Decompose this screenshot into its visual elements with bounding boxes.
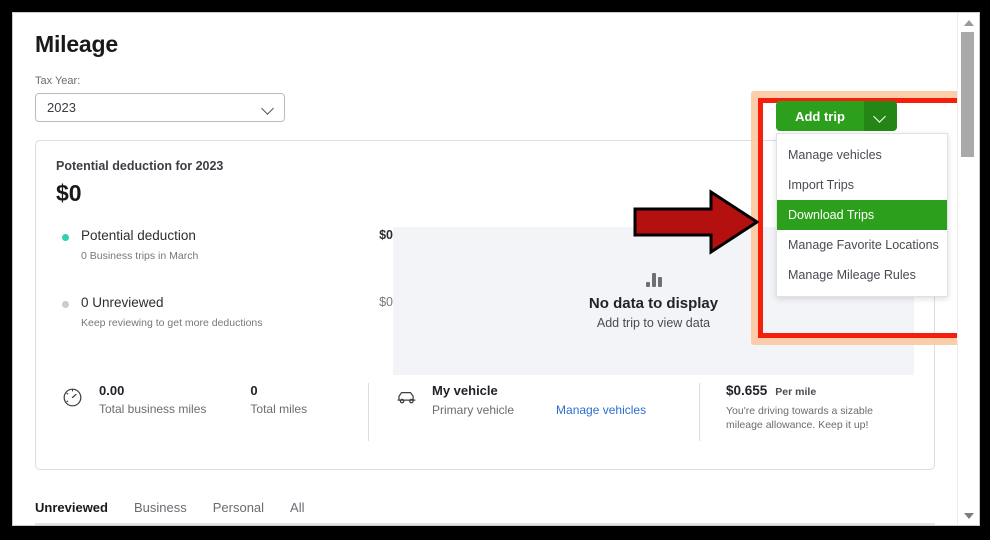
triangle-down-icon bbox=[963, 512, 974, 519]
legend-title: Potential deduction bbox=[81, 228, 196, 243]
add-trip-button-group: Add trip bbox=[776, 101, 897, 131]
tab-all[interactable]: All bbox=[290, 490, 304, 524]
vertical-scrollbar[interactable] bbox=[957, 13, 979, 525]
empty-state-subtitle: Add trip to view data bbox=[596, 316, 711, 330]
legend-subtitle: 0 Business trips in March bbox=[81, 250, 199, 262]
legend-value: $0 bbox=[379, 295, 393, 309]
speedometer-icon bbox=[63, 388, 82, 407]
manage-vehicles-link[interactable]: Manage vehicles bbox=[556, 403, 646, 417]
stat-label: Total business miles bbox=[99, 402, 207, 416]
empty-state-title: No data to display bbox=[588, 295, 719, 312]
stat-label: Total miles bbox=[250, 402, 308, 416]
chevron-down-icon bbox=[874, 112, 887, 120]
screenshot-frame: Mileage Tax Year: 2023 Potential deducti… bbox=[0, 0, 990, 540]
car-icon bbox=[397, 391, 416, 404]
scroll-up-button[interactable] bbox=[958, 13, 979, 32]
menu-item-manage-favorite-locations[interactable]: Manage Favorite Locations bbox=[777, 230, 947, 260]
stat-mileage: 0.00 Total business miles 0 Total miles bbox=[56, 383, 368, 416]
menu-item-manage-vehicles[interactable]: Manage vehicles bbox=[777, 140, 947, 170]
tax-year-label: Tax Year: bbox=[35, 75, 81, 87]
browser-viewport: Mileage Tax Year: 2023 Potential deducti… bbox=[12, 12, 980, 526]
page-title: Mileage bbox=[35, 31, 118, 57]
rate-note: You're driving towards a sizable mileage… bbox=[726, 405, 873, 432]
scrollbar-thumb[interactable] bbox=[961, 32, 974, 157]
stat-business-miles: 0.00 Total business miles bbox=[99, 383, 206, 416]
stats-row: 0.00 Total business miles 0 Total miles bbox=[56, 383, 914, 441]
trip-filter-tabs: Unreviewed Business Personal All bbox=[35, 491, 935, 525]
stat-rate: $0.655 Per mile You're driving towards a… bbox=[700, 383, 914, 432]
legend-title: 0 Unreviewed bbox=[81, 295, 164, 310]
vehicle-subtitle: Primary vehicle bbox=[432, 403, 515, 417]
bar-chart-icon bbox=[645, 272, 662, 287]
legend-item-unreviewed: 0 Unreviewed Keep reviewing to get more … bbox=[62, 294, 393, 329]
stat-value: 0 bbox=[250, 383, 258, 398]
tab-personal[interactable]: Personal bbox=[213, 490, 264, 524]
legend-value: $0 bbox=[379, 228, 393, 242]
rate-amount: $0.655 bbox=[726, 383, 768, 398]
add-trip-menu: Manage vehicles Import Trips Download Tr… bbox=[776, 133, 948, 297]
legend-item-potential-deduction: Potential deduction 0 Business trips in … bbox=[62, 227, 393, 262]
legend-dot-icon bbox=[62, 234, 69, 241]
vehicle-name: My vehicle bbox=[432, 383, 498, 398]
tab-unreviewed[interactable]: Unreviewed bbox=[35, 490, 108, 524]
add-trip-button[interactable]: Add trip bbox=[776, 101, 864, 131]
triangle-up-icon bbox=[963, 19, 974, 26]
tax-year-select[interactable]: 2023 bbox=[35, 93, 285, 122]
legend-dot-icon bbox=[62, 301, 69, 308]
pointer-arrow-icon bbox=[633, 189, 759, 255]
menu-item-manage-mileage-rules[interactable]: Manage Mileage Rules bbox=[777, 260, 947, 290]
legend-subtitle: Keep reviewing to get more deductions bbox=[81, 317, 263, 329]
add-trip-dropdown-toggle[interactable] bbox=[864, 101, 897, 131]
chevron-down-icon bbox=[262, 104, 275, 112]
stat-value: 0.00 bbox=[99, 383, 125, 398]
scroll-down-button[interactable] bbox=[958, 506, 979, 525]
add-trip-control: Add trip Manage vehicles Import Trips Do… bbox=[776, 101, 948, 297]
legend-spacer bbox=[62, 262, 393, 294]
menu-item-download-trips[interactable]: Download Trips bbox=[777, 200, 947, 230]
menu-item-import-trips[interactable]: Import Trips bbox=[777, 170, 947, 200]
scrollbar-track[interactable] bbox=[958, 32, 979, 506]
stat-vehicle: My vehicle Primary vehicle Manage vehicl… bbox=[369, 383, 699, 417]
tab-business[interactable]: Business bbox=[134, 490, 187, 524]
rate-unit: Per mile bbox=[775, 386, 817, 398]
tax-year-value: 2023 bbox=[47, 100, 76, 115]
stat-total-miles: 0 Total miles bbox=[250, 383, 307, 416]
deduction-legend: Potential deduction 0 Business trips in … bbox=[56, 227, 393, 375]
